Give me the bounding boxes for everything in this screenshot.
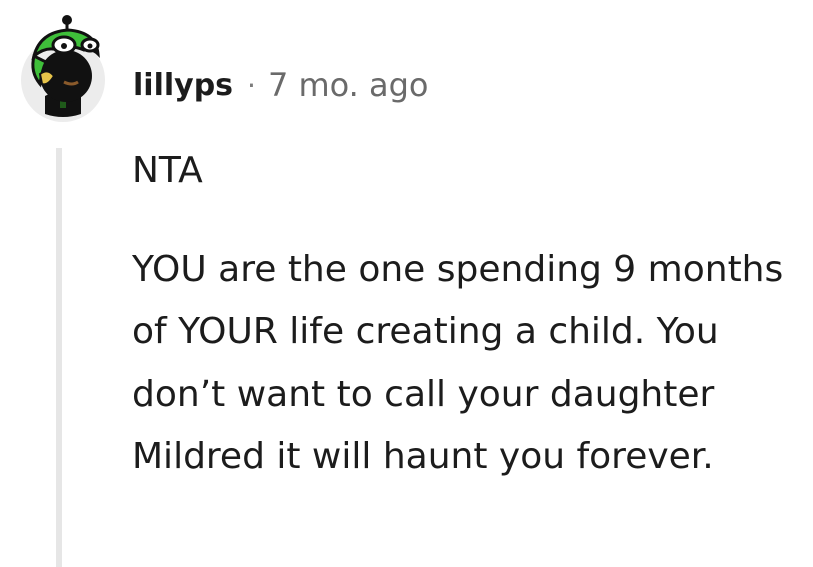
comment-paragraph: NTA xyxy=(132,150,203,191)
comment-body: NTA YOU are the one spending 9 months of… xyxy=(132,140,802,489)
username-link[interactable]: lillyps xyxy=(133,68,233,103)
comment-paragraph: YOU are the one spending 9 months of YOU… xyxy=(132,248,784,478)
meta-separator: · xyxy=(247,68,256,102)
frog-hat-avatar-icon xyxy=(21,15,105,122)
thread-collapse-line[interactable] xyxy=(56,148,62,567)
user-avatar[interactable] xyxy=(20,12,106,122)
comment-header: lillyps · 7 mo. ago xyxy=(133,62,429,108)
comment-timestamp[interactable]: 7 mo. ago xyxy=(268,66,429,104)
comment: lillyps · 7 mo. ago NTA YOU are the one … xyxy=(0,0,813,567)
